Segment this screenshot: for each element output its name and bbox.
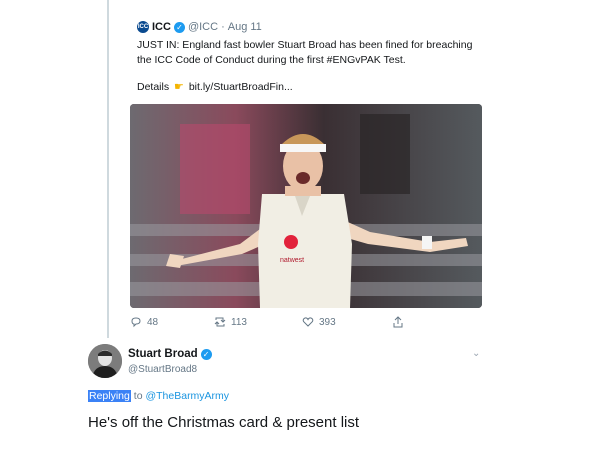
quoted-author-name[interactable]: ICC xyxy=(152,21,171,33)
replying-to-line: Replying to @TheBarmyArmy xyxy=(88,390,229,402)
cricketer-photo-illustration: natwest xyxy=(130,104,482,308)
like-action[interactable]: 393 xyxy=(302,316,336,328)
replying-label: Replying xyxy=(88,390,131,402)
quoted-tweet-text: JUST IN: England fast bowler Stuart Broa… xyxy=(137,39,473,66)
replying-handle-link[interactable]: @TheBarmyArmy xyxy=(145,390,229,402)
reply-author-name-row: Stuart Broad ✓ xyxy=(128,348,215,360)
share-action[interactable] xyxy=(392,316,404,328)
quoted-tweet-header: ICC ICC ✓ @ICC · Aug 11 xyxy=(137,19,262,35)
reply-icon xyxy=(131,317,141,328)
reply-count: 48 xyxy=(147,316,159,328)
reply-author-name[interactable]: Stuart Broad xyxy=(128,348,198,360)
verified-badge-icon: ✓ xyxy=(173,21,185,33)
dot-separator: · xyxy=(221,21,225,33)
like-count: 393 xyxy=(319,316,336,328)
thread-line xyxy=(107,0,109,338)
retweet-action[interactable]: 113 xyxy=(214,316,247,328)
reply-author-avatar[interactable] xyxy=(88,344,122,378)
details-line: Details ☛ bit.ly/StuartBroadFin... xyxy=(137,80,293,93)
quoted-tweet-actions: 48 113 393 xyxy=(130,316,420,332)
pointing-hand-icon: ☛ xyxy=(174,81,184,93)
reply-tweet-text: He's off the Christmas card & present li… xyxy=(88,414,360,431)
reply-author-handle[interactable]: @StuartBroad8 xyxy=(128,364,197,375)
share-icon xyxy=(393,316,403,328)
shirt-sponsor-text: natwest xyxy=(280,257,304,264)
quoted-tweet-date[interactable]: Aug 11 xyxy=(228,21,262,33)
reply-action[interactable]: 48 xyxy=(130,316,158,328)
details-label: Details xyxy=(137,81,170,93)
tweet-photo[interactable]: natwest xyxy=(130,104,482,308)
replying-to-word: to xyxy=(133,390,143,402)
retweet-icon xyxy=(214,317,226,327)
more-icon[interactable]: ⌄ xyxy=(472,348,480,359)
quoted-author-handle[interactable]: @ICC xyxy=(188,21,218,33)
verified-badge-icon: ✓ xyxy=(200,348,212,360)
retweet-count: 113 xyxy=(231,316,247,328)
like-icon xyxy=(302,317,314,327)
icc-logo-icon[interactable]: ICC xyxy=(137,21,149,33)
details-link[interactable]: bit.ly/StuartBroadFin... xyxy=(189,81,293,93)
avatar-illustration xyxy=(88,344,122,378)
